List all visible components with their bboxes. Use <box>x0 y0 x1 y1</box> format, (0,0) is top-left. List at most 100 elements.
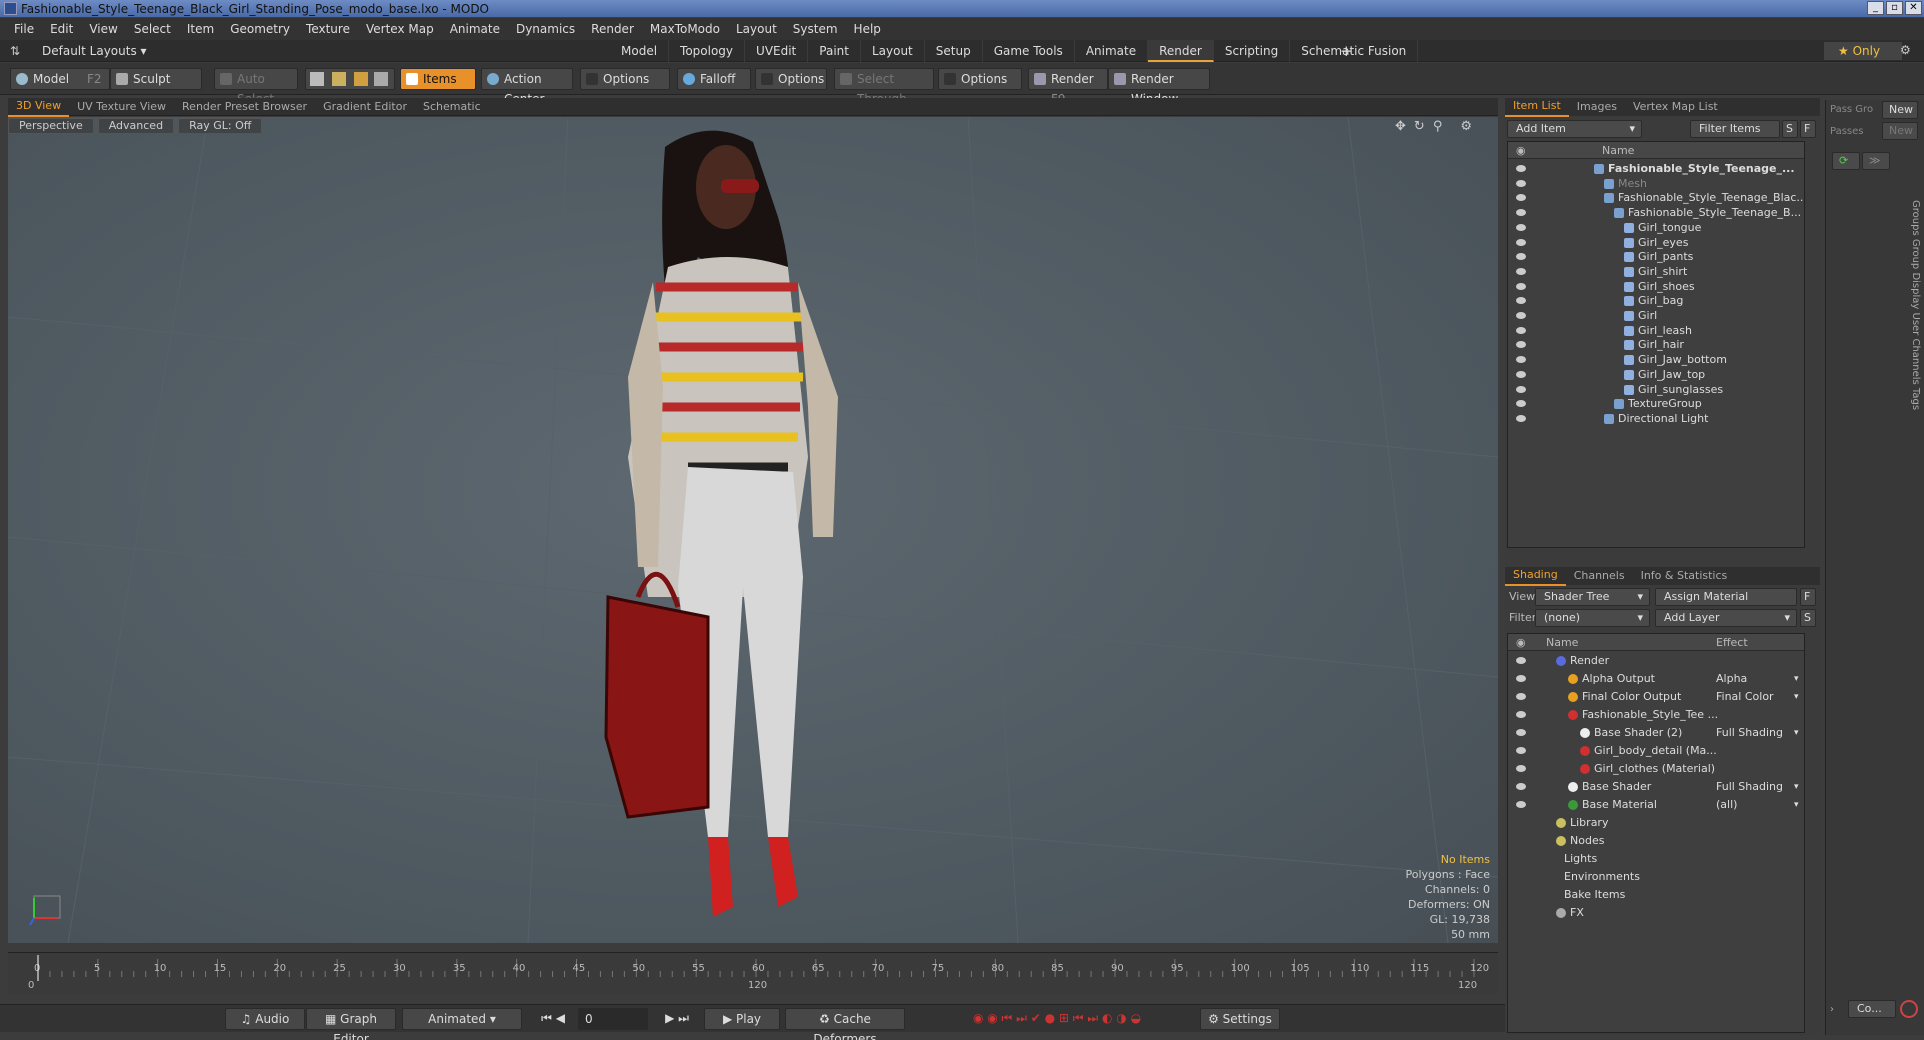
co-button[interactable]: Co... <box>1848 1000 1896 1018</box>
effect-value[interactable]: (all) <box>1716 796 1737 814</box>
itemlist-tab-item-list[interactable]: Item List <box>1505 97 1569 117</box>
shading-tab-info-statistics[interactable]: Info & Statistics <box>1633 567 1736 585</box>
effect-value[interactable]: Alpha <box>1716 670 1747 688</box>
layout-tab-uvedit[interactable]: UVEdit <box>745 40 809 62</box>
shader-row[interactable]: Library <box>1508 814 1804 832</box>
viewport-tab-uv-texture-view[interactable]: UV Texture View <box>69 98 174 116</box>
menu-help[interactable]: Help <box>846 22 889 36</box>
falloff-options[interactable]: Options <box>755 68 827 90</box>
cache-deformers-button[interactable]: ♻ Cache Deformers <box>785 1008 905 1040</box>
eye-icon[interactable] <box>1516 282 1526 290</box>
items-mode-button[interactable]: Items <box>400 68 476 90</box>
frame-field[interactable]: 0 <box>578 1008 648 1030</box>
render-window-button[interactable]: Render Window <box>1108 68 1210 106</box>
f-button[interactable]: F <box>1800 588 1816 606</box>
effect-value[interactable]: Full Shading <box>1716 724 1783 742</box>
auto-select-button[interactable]: Auto Select <box>214 68 298 106</box>
settings-button[interactable]: ⚙ Settings <box>1200 1008 1280 1030</box>
eye-icon[interactable] <box>1516 312 1526 319</box>
name-col-header[interactable]: Name <box>1602 142 1634 159</box>
effect-col-header[interactable]: Effect <box>1716 634 1748 651</box>
record-key-buttons[interactable]: ◉ ◉ ⏮ ⏭ ✔ ● ⊞ ⏮ ⏭ ◐ ◑ ◒ <box>912 1008 1202 1030</box>
menu-layout[interactable]: Layout <box>728 22 785 36</box>
dropdown-arrow-icon[interactable]: ▾ <box>1794 724 1799 742</box>
shader-row[interactable]: Environments <box>1508 868 1804 886</box>
item-row[interactable]: Directional Light <box>1508 410 1804 428</box>
falloff-button[interactable]: Falloff <box>677 68 751 90</box>
model-mode-button[interactable]: Model F2 <box>10 68 110 90</box>
expand-arrow-icon[interactable]: › <box>1830 1004 1834 1015</box>
viewport-tab-schematic[interactable]: Schematic <box>415 98 489 116</box>
name-col-header[interactable]: Name <box>1546 634 1578 651</box>
menu-file[interactable]: File <box>6 22 42 36</box>
view-dropdown[interactable]: Shader Tree ▾ <box>1535 588 1650 606</box>
menu-geometry[interactable]: Geometry <box>222 22 298 36</box>
viewport-tab-render-preset-browser[interactable]: Render Preset Browser <box>174 98 315 116</box>
eye-icon[interactable] <box>1516 326 1526 334</box>
f-button[interactable]: F <box>1800 120 1816 138</box>
advanced-button[interactable]: Advanced <box>97 118 175 134</box>
eye-icon[interactable] <box>1516 400 1526 408</box>
pan-icon[interactable]: ✥ <box>1395 119 1406 134</box>
forward-icon[interactable]: ≫ <box>1862 152 1890 170</box>
shader-row[interactable]: FX <box>1508 904 1804 922</box>
shading-tab-shading[interactable]: Shading <box>1505 566 1566 586</box>
filter-items-button[interactable]: Filter Items <box>1690 120 1780 138</box>
animated-dropdown[interactable]: Animated ▾ <box>402 1008 522 1030</box>
shader-row[interactable]: Nodes <box>1508 832 1804 850</box>
eye-icon[interactable] <box>1516 209 1526 217</box>
layout-tab-topology[interactable]: Topology <box>669 40 746 62</box>
shader-row[interactable]: Final Color Output Final Color ▾ <box>1508 688 1804 706</box>
eye-icon[interactable] <box>1516 238 1526 246</box>
eye-icon[interactable] <box>1516 297 1526 305</box>
shader-row[interactable]: Render <box>1508 652 1804 670</box>
layout-tab-animate[interactable]: Animate <box>1075 40 1149 62</box>
add-layout-button[interactable]: + <box>1340 42 1353 60</box>
new-pass-group-button[interactable]: New <box>1882 101 1918 119</box>
shader-row[interactable]: Girl_clothes (Material) <box>1508 760 1804 778</box>
materials-icon[interactable] <box>374 72 388 86</box>
eye-icon[interactable] <box>1516 194 1526 202</box>
effect-value[interactable]: Final Color <box>1716 688 1774 706</box>
zoom-icon[interactable]: ⚲ <box>1433 119 1443 134</box>
menu-dynamics[interactable]: Dynamics <box>508 22 583 36</box>
layout-tab-setup[interactable]: Setup <box>925 40 983 62</box>
layout-tab-paint[interactable]: Paint <box>808 40 861 62</box>
eye-icon[interactable] <box>1516 370 1526 378</box>
s-button[interactable]: S <box>1800 609 1816 627</box>
layout-tab-render[interactable]: Render <box>1148 40 1214 62</box>
layout-arrows-icon[interactable]: ⇅ <box>10 44 20 58</box>
vertices-icon[interactable] <box>310 72 324 86</box>
eye-icon[interactable] <box>1516 657 1526 664</box>
s-button[interactable]: S <box>1782 120 1798 138</box>
shader-row[interactable]: Base Material (all) ▾ <box>1508 796 1804 814</box>
eye-icon[interactable] <box>1516 801 1526 808</box>
eye-icon[interactable] <box>1516 711 1526 718</box>
eye-icon[interactable] <box>1516 783 1526 790</box>
layout-selector[interactable]: Default Layouts ▾ <box>42 44 147 58</box>
eye-icon[interactable] <box>1516 253 1526 261</box>
menu-maxtomodo[interactable]: MaxToModo <box>642 22 728 36</box>
3d-viewport[interactable] <box>8 117 1498 943</box>
assign-material-button[interactable]: Assign Material <box>1655 588 1797 606</box>
eye-icon[interactable] <box>1516 385 1526 393</box>
add-item-button[interactable]: Add Item ▾ <box>1507 120 1642 138</box>
add-layer-dropdown[interactable]: Add Layer ▾ <box>1655 609 1797 627</box>
select-mode-buttons[interactable] <box>305 68 395 90</box>
eye-icon[interactable] <box>1516 179 1526 187</box>
sculpt-mode-button[interactable]: Sculpt <box>110 68 202 90</box>
viewport-tab-3d-view[interactable]: 3D View <box>8 97 70 117</box>
shader-row[interactable]: Lights <box>1508 850 1804 868</box>
eye-icon[interactable] <box>1516 267 1526 275</box>
perspective-button[interactable]: Perspective <box>8 118 94 134</box>
eye-icon[interactable] <box>1516 223 1526 231</box>
filter-dropdown[interactable]: (none) ▾ <box>1535 609 1650 627</box>
shader-row[interactable]: Base Shader Full Shading ▾ <box>1508 778 1804 796</box>
effect-value[interactable]: Full Shading <box>1716 778 1783 796</box>
itemlist-tab-images[interactable]: Images <box>1569 98 1625 116</box>
side-vertical-tabs[interactable]: Groups Group Display User Channels Tags <box>1903 200 1921 410</box>
dropdown-arrow-icon[interactable]: ▾ <box>1794 778 1799 796</box>
new-pass-button[interactable]: New <box>1882 122 1918 140</box>
menu-item[interactable]: Item <box>179 22 222 36</box>
eye-icon[interactable] <box>1516 693 1526 700</box>
